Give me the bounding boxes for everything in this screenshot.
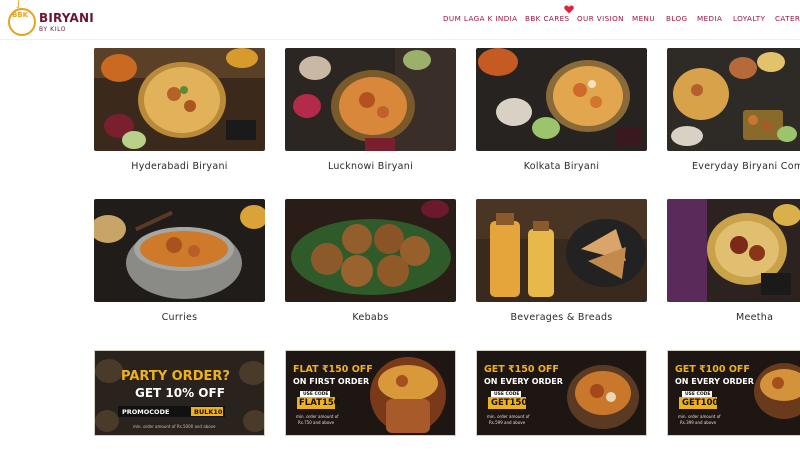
menu-card-kebabs-label[interactable]: Kebabs xyxy=(285,312,456,323)
menu-card-beverages-breads-label[interactable]: Beverages & Breads xyxy=(476,312,647,323)
use-code-label: USE CODE xyxy=(494,392,520,397)
nav-item-dum-laga-k-india[interactable]: DUM LAGA K INDIA xyxy=(443,14,517,23)
menu-card-kebabs-image[interactable] xyxy=(285,199,456,302)
menu-card-lucknowi-biryani-image[interactable] xyxy=(285,48,456,151)
offer-headline: GET ₹100 OFF xyxy=(675,364,750,375)
promocode-value: GET100 xyxy=(682,398,719,408)
page: ∫ BBK BIRYANI BY KILO DUM LAGA K INDIA B… xyxy=(0,0,800,450)
offer-subheadline: ON FIRST ORDER xyxy=(293,377,370,386)
menu-card-kolkata-biryani-image[interactable] xyxy=(476,48,647,151)
offer-fine-print: min. order amount of xyxy=(678,414,721,419)
promocode-value: FLAT150 xyxy=(299,398,340,408)
promocode-label: PROMOCODE xyxy=(122,408,170,416)
menu-card-kolkata-biryani-label[interactable]: Kolkata Biryani xyxy=(476,161,647,172)
offer-banner-party-order[interactable]: PARTY ORDER? GET 10% OFF PROMOCODE BULK1… xyxy=(94,350,265,436)
nav-item-bbk-cares[interactable]: BBK CARES xyxy=(525,14,570,23)
menu-card-hyderabadi-biryani-image[interactable] xyxy=(94,48,265,151)
menu-card-everyday-biryani-combo-label[interactable]: Everyday Biryani Comb xyxy=(667,161,800,172)
nav-item-our-vision[interactable]: OUR VISION xyxy=(577,14,624,23)
brand-logo[interactable]: ∫ BBK BIRYANI BY KILO xyxy=(8,0,98,38)
offer-fine-print-amount: Rs.599 and above xyxy=(489,420,526,425)
offer-headline: FLAT ₹150 OFF xyxy=(293,364,373,375)
menu-card-everyday-biryani-combo-image[interactable] xyxy=(667,48,800,151)
offer-fine-print: min. order amount of Rs.5000 and above xyxy=(133,424,216,429)
offer-banner-get100[interactable]: GET ₹100 OFF ON EVERY ORDER USE CODE GET… xyxy=(667,350,800,436)
nav-item-menu[interactable]: MENU xyxy=(632,14,655,23)
brand-name: BIRYANI xyxy=(39,11,94,25)
offer-subheadline: GET 10% OFF xyxy=(135,386,225,400)
promocode-value: BULK10 xyxy=(194,408,223,416)
nav-item-media[interactable]: MEDIA xyxy=(697,14,722,23)
heart-icon xyxy=(564,5,574,14)
menu-card-meetha-label[interactable]: Meetha xyxy=(667,312,800,323)
menu-card-beverages-breads-image[interactable] xyxy=(476,199,647,302)
menu-card-curries-image[interactable] xyxy=(94,199,265,302)
nav-item-catering[interactable]: CATERI xyxy=(775,14,800,23)
offer-banner-get150[interactable]: GET ₹150 OFF ON EVERY ORDER USE CODE GET… xyxy=(476,350,647,436)
offer-headline: PARTY ORDER? xyxy=(121,369,230,384)
logo-badge-text: BBK xyxy=(11,11,29,19)
brand-tagline: BY KILO xyxy=(39,26,67,33)
nav-item-blog[interactable]: BLOG xyxy=(666,14,688,23)
use-code-label: USE CODE xyxy=(303,392,329,397)
offer-subheadline: ON EVERY ORDER xyxy=(484,377,563,386)
offer-subheadline: ON EVERY ORDER xyxy=(675,377,754,386)
menu-card-meetha-image[interactable] xyxy=(667,199,800,302)
offer-fine-print-amount: Rs.399 and above xyxy=(680,420,717,425)
menu-card-lucknowi-biryani-label[interactable]: Lucknowi Biryani xyxy=(285,161,456,172)
offer-headline: GET ₹150 OFF xyxy=(484,364,559,375)
offer-fine-print: min. order amount of xyxy=(487,414,530,419)
offer-fine-print-amount: Rs.750 and above xyxy=(298,420,335,425)
nav-item-loyalty[interactable]: LOYALTY xyxy=(733,14,765,23)
promocode-value: GET150 xyxy=(491,398,528,408)
use-code-label: USE CODE xyxy=(685,392,711,397)
site-header: ∫ BBK BIRYANI BY KILO DUM LAGA K INDIA B… xyxy=(0,0,800,40)
menu-card-curries-label[interactable]: Curries xyxy=(94,312,265,323)
offer-fine-print: min. order amount of xyxy=(296,414,339,419)
offer-banner-flat150[interactable]: FLAT ₹150 OFF ON FIRST ORDER USE CODE FL… xyxy=(285,350,456,436)
menu-card-hyderabadi-biryani-label[interactable]: Hyderabadi Biryani xyxy=(94,161,265,172)
